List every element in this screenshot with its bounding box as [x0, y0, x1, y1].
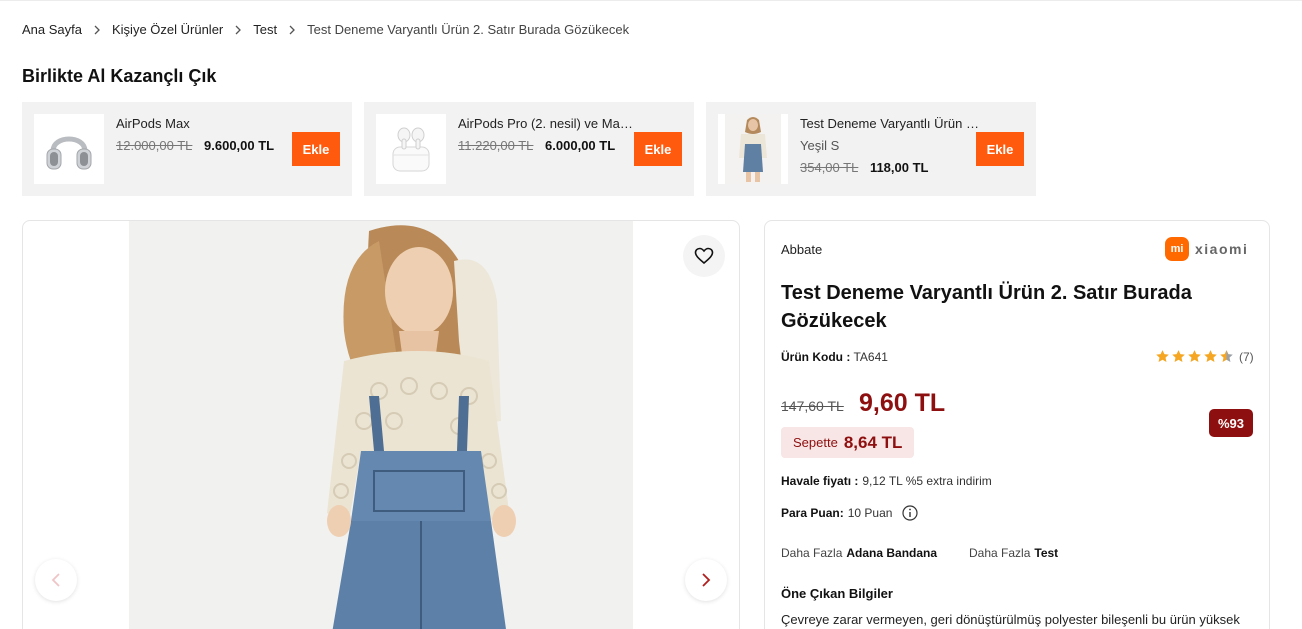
sale-price: 9,60 TL: [859, 389, 946, 417]
transfer-price-label: Havale fiyatı :: [781, 474, 859, 488]
old-price: 354,00 TL: [800, 160, 859, 175]
previous-image-button[interactable]: [35, 559, 77, 601]
product-gallery: [22, 220, 740, 629]
top-divider: [0, 0, 1302, 1]
bundle-item-prices: 12.000,00 TL 9.600,00 TL: [116, 138, 274, 153]
add-to-bundle-button[interactable]: Ekle: [292, 132, 340, 166]
more-link-prefix: Daha Fazla: [781, 546, 843, 560]
transfer-price-row: Havale fiyatı : 9,12 TL %5 extra indirim: [781, 474, 992, 488]
add-to-bundle-button[interactable]: Ekle: [976, 132, 1024, 166]
more-link-name: Test: [1034, 546, 1059, 560]
bundle-item-variant: Yeşil S: [800, 138, 840, 153]
product-rating[interactable]: (7): [1155, 349, 1254, 364]
more-adana-bandana-link[interactable]: Daha Fazla Adana Bandana: [781, 546, 937, 560]
model-photo-image: [129, 221, 633, 629]
chevron-right-icon: [702, 573, 711, 587]
product-code: Ürün Kodu : TA641: [781, 350, 888, 364]
chevron-right-icon: [289, 25, 296, 35]
breadcrumb-home[interactable]: Ana Sayfa: [22, 22, 82, 37]
old-price: 147,60 TL: [781, 398, 844, 414]
more-link-prefix: Daha Fazla: [969, 546, 1031, 560]
transfer-price-value: 9,12 TL %5 extra indirim: [862, 474, 992, 488]
star-filled-icon: [1204, 350, 1217, 362]
bundle-item-test-product[interactable]: Test Deneme Varyantlı Ürün 2. Satır Bura…: [706, 102, 1036, 196]
star-filled-icon: [1156, 350, 1169, 362]
bundle-item-prices: 11.220,00 TL 6.000,00 TL: [458, 138, 615, 153]
chevron-left-icon: [51, 573, 60, 587]
breadcrumb-personal-products[interactable]: Kişiye Özel Ürünler: [112, 22, 223, 37]
points-value: 10 Puan: [847, 506, 893, 520]
highlights-text: Çevreye zarar vermeyen, geri dönüştürülm…: [781, 612, 1240, 627]
breadcrumb-test[interactable]: Test: [253, 22, 277, 37]
favorite-button[interactable]: [683, 235, 725, 277]
bundle-item-airpods-pro[interactable]: AirPods Pro (2. nesil) ve MagSafe Şarj K…: [364, 102, 694, 196]
star-filled-icon: [1172, 350, 1185, 362]
basket-price-label: Sepette: [793, 435, 838, 450]
chevron-right-icon: [235, 25, 242, 35]
product-main-image[interactable]: [129, 221, 633, 629]
product-title: Test Deneme Varyantlı Ürün 2. Satır Bura…: [781, 282, 1192, 332]
points-row: Para Puan: 10 Puan: [781, 505, 919, 521]
breadcrumb: Ana Sayfa Kişiye Özel Ürünler Test Test …: [22, 22, 629, 37]
basket-price-value: 8,64 TL: [843, 432, 903, 452]
old-price: 11.220,00 TL: [458, 138, 534, 153]
current-price: 118,00 TL: [869, 160, 929, 175]
discount-badge: %93: [1209, 409, 1253, 437]
brand-logo[interactable]: mi xiaomi: [1165, 237, 1248, 261]
more-test-link[interactable]: Daha Fazla Test: [969, 546, 1058, 560]
chevron-right-icon: [94, 25, 100, 35]
points-label: Para Puan:: [781, 506, 844, 520]
bundle-item-name[interactable]: AirPods Max: [116, 116, 296, 131]
star-filled-icon: [1188, 350, 1201, 362]
info-icon[interactable]: [902, 505, 919, 521]
star-half-icon: [1220, 350, 1233, 362]
bundle-item-name[interactable]: AirPods Pro (2. nesil) ve MagSafe Şarj K…: [458, 116, 638, 131]
heart-icon: [694, 247, 714, 265]
current-price: 6.000,00 TL: [545, 138, 616, 153]
breadcrumb-current: Test Deneme Varyantlı Ürün 2. Satır Bura…: [307, 22, 630, 37]
basket-price-badge: Sepette 8,64 TL: [781, 427, 915, 458]
old-price: 12.000,00 TL: [116, 138, 193, 153]
current-price: 9.600,00 TL: [204, 138, 275, 153]
headphones-image: [46, 136, 92, 170]
more-link-name: Adana Bandana: [846, 546, 938, 560]
bundle-item-name[interactable]: Test Deneme Varyantlı Ürün 2. Satır Bura…: [800, 116, 980, 131]
bundle-item-prices: 354,00 TL 118,00 TL: [800, 160, 928, 175]
product-thumbnail[interactable]: [718, 114, 788, 184]
bundle-section-title: Birlikte Al Kazançlı Çık: [22, 66, 217, 86]
product-code-label: Ürün Kodu :: [781, 350, 851, 364]
xiaomi-logo-icon: mi: [1165, 237, 1189, 261]
earbuds-case-image: [392, 127, 430, 172]
product-thumbnail[interactable]: [376, 114, 446, 184]
product-info-panel: Abbate mi xiaomi Test Deneme Varyantlı Ü…: [764, 220, 1270, 629]
product-thumbnail[interactable]: [34, 114, 104, 184]
brand-logo-wordmark: xiaomi: [1195, 241, 1249, 257]
next-image-button[interactable]: [685, 559, 727, 601]
bundle-item-airpods-max[interactable]: AirPods Max 12.000,00 TL 9.600,00 TL Ekl…: [22, 102, 352, 196]
add-to-bundle-button[interactable]: Ekle: [634, 132, 682, 166]
highlights-title: Öne Çıkan Bilgiler: [781, 586, 893, 601]
brand-name[interactable]: Abbate: [781, 242, 822, 257]
model-photo-image: [725, 114, 781, 184]
rating-count[interactable]: (7): [1239, 350, 1254, 364]
product-code-value: TA641: [853, 350, 888, 364]
